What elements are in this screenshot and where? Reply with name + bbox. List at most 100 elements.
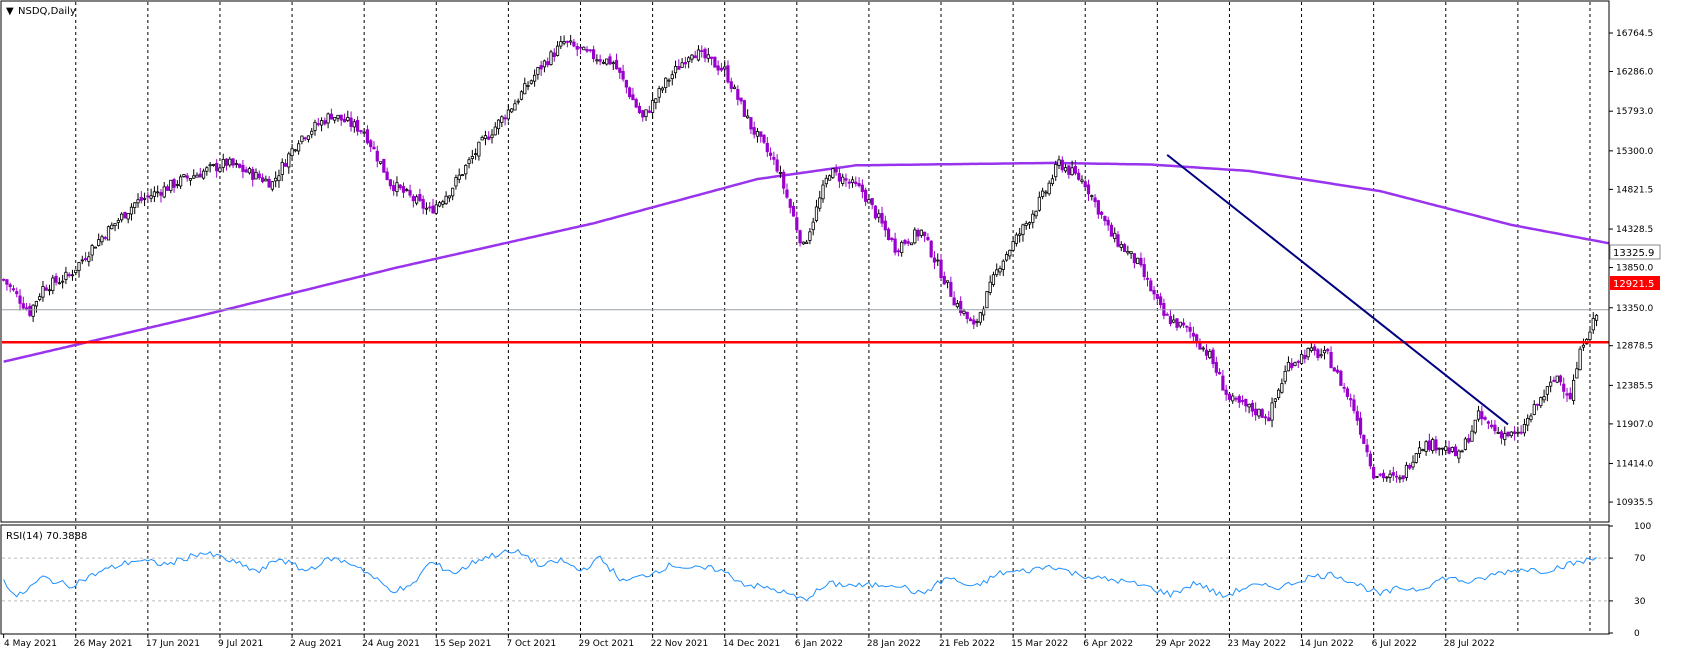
candle-body (388, 179, 392, 187)
candle-body (179, 176, 183, 187)
candle-body (860, 184, 864, 192)
candle-body (123, 211, 127, 219)
current-price-tag: 13325.9 (1613, 248, 1654, 259)
candle-body (1080, 179, 1084, 182)
candle-body (424, 207, 429, 210)
candle-body (1385, 476, 1389, 479)
candle-body (57, 282, 61, 285)
candle-body (375, 150, 379, 162)
candle-body (493, 126, 497, 136)
candle-body (739, 97, 743, 102)
price-tick-label: 11414.0 (1616, 460, 1653, 470)
candle-body (673, 66, 678, 74)
candle-body (1129, 251, 1133, 254)
candle-body (1594, 314, 1599, 321)
candle-body (208, 164, 212, 167)
candle-body (1490, 424, 1494, 428)
candle-body (100, 236, 104, 243)
candle-body (1493, 424, 1497, 432)
candle-body (303, 137, 307, 140)
candle-body (1326, 348, 1330, 352)
candle-body (500, 116, 504, 123)
chart-background (0, 0, 1683, 654)
chart-canvas[interactable]: 10935.5 11414.0 11907.0 12385.5 12878.5 13350… (0, 0, 1683, 654)
candle-body (457, 174, 461, 180)
candle-body (660, 87, 665, 91)
candle-body (1054, 164, 1058, 178)
candle-body (926, 236, 930, 241)
candle-body (1375, 475, 1379, 478)
candle-body (1227, 393, 1232, 400)
candle-body (238, 163, 242, 168)
candle-body (159, 192, 163, 196)
candle-body (1100, 211, 1104, 215)
candle-body (1119, 243, 1123, 248)
candle-body (421, 199, 425, 209)
candle-body (418, 194, 422, 201)
candle-body (1096, 200, 1100, 215)
candle-body (1198, 342, 1202, 350)
candle-body (814, 206, 819, 221)
candle-body (172, 179, 176, 188)
candle-body (775, 159, 779, 172)
candle-body (1565, 393, 1569, 396)
candle-body (696, 49, 701, 61)
candle-body (991, 274, 996, 285)
candle-body (896, 250, 901, 253)
candle-body (700, 50, 704, 52)
candle-body (70, 274, 75, 277)
candle-body (369, 140, 373, 148)
candle-body (270, 181, 274, 190)
candle-body (1201, 347, 1205, 350)
candle-body (1181, 322, 1186, 326)
candle-body (588, 49, 592, 52)
candle-body (1499, 431, 1504, 439)
candle-body (647, 110, 651, 113)
candle-body (454, 177, 458, 187)
candle-body (978, 312, 982, 323)
candle-body (1555, 375, 1559, 383)
candle-body (827, 175, 832, 181)
candle-body (755, 131, 760, 137)
candle-body (149, 195, 153, 199)
candle-body (224, 158, 229, 166)
candle-body (752, 127, 756, 135)
candle-body (1562, 383, 1566, 392)
candle-body (749, 117, 753, 130)
candle-body (1552, 379, 1556, 382)
time-tick-label: 14 Jun 2022 (1300, 639, 1354, 649)
candle-body (621, 71, 625, 80)
candle-body (726, 65, 730, 83)
candle-body (290, 148, 294, 157)
candle-body (195, 174, 199, 178)
candle-body (477, 141, 481, 157)
candle-body (1519, 431, 1523, 434)
chart-title-marker[interactable]: ▼ (6, 6, 14, 17)
candle-body (83, 258, 88, 261)
candle-body (880, 213, 884, 224)
candle-body (890, 237, 894, 240)
candle-body (1047, 182, 1051, 195)
candle-body (346, 117, 350, 121)
level-price-tag: 12921.5 (1613, 279, 1654, 290)
candle-body (1240, 400, 1245, 402)
candle-body (211, 164, 216, 166)
candle-body (31, 304, 35, 317)
candle-body (1044, 191, 1048, 194)
candle-body (234, 163, 238, 165)
candle-body (382, 158, 386, 173)
candle-body (841, 176, 845, 184)
candle-body (280, 162, 284, 175)
candle-body (251, 168, 255, 180)
candle-body (1529, 415, 1533, 421)
candle-body (38, 296, 42, 300)
candle-body (8, 284, 12, 288)
candle-body (569, 40, 573, 43)
candle-body (44, 287, 48, 291)
candle-body (47, 289, 52, 292)
time-tick-label: 24 Aug 2021 (362, 639, 420, 649)
candle-body (205, 167, 209, 172)
candle-body (21, 303, 25, 309)
candle-body (1191, 332, 1195, 337)
candle-body (1244, 398, 1248, 407)
